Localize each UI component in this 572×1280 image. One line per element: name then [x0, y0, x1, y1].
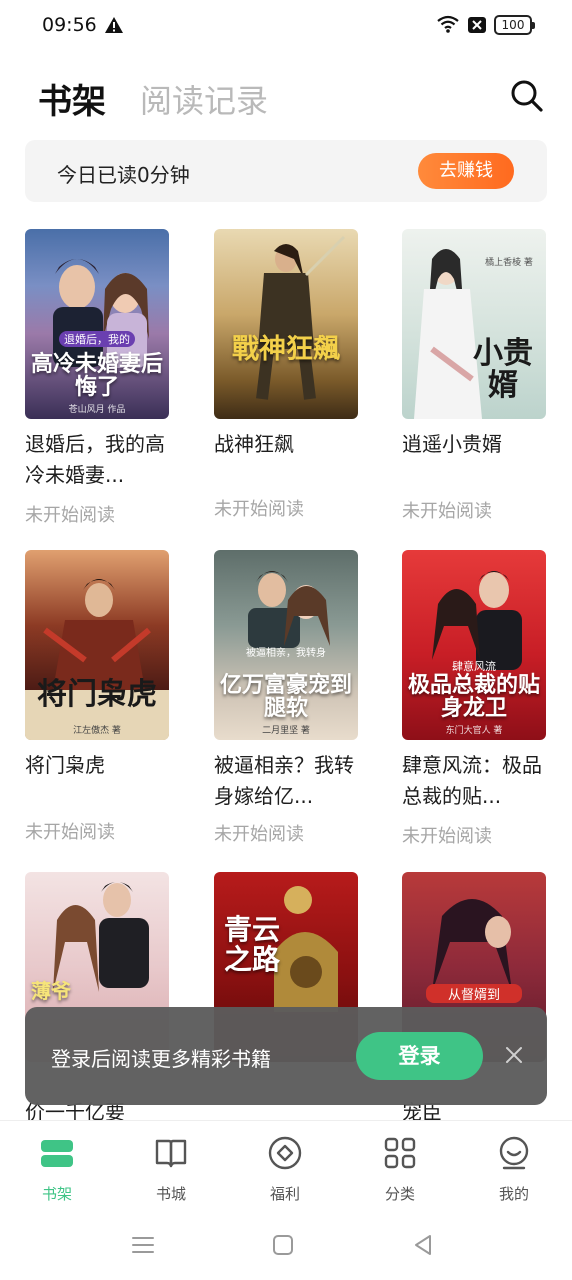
book-read-status: 未开始阅读: [214, 499, 304, 520]
cover-title: 高冷未婚妻后悔了: [31, 350, 164, 400]
home-icon[interactable]: [270, 1232, 296, 1258]
nav-item-bookshelf[interactable]: 书架: [12, 1121, 102, 1213]
gift-circle-icon: [268, 1136, 302, 1170]
book-title: 退婚后，我的高冷未婚妻...: [25, 432, 165, 487]
cover-subtitle: 从督婿到: [426, 984, 522, 1003]
system-navigation-bar: [0, 1212, 572, 1280]
close-icon[interactable]: [503, 1044, 525, 1066]
book-title: 逍遥小贵婿: [402, 432, 502, 456]
earn-money-button[interactable]: 去赚钱: [418, 153, 514, 189]
bookshelf-icon: [41, 1140, 73, 1167]
login-button[interactable]: 登录: [356, 1032, 483, 1080]
status-time: 09:56: [42, 14, 97, 36]
book-title: 将门枭虎: [25, 753, 105, 777]
cover-author: 苍山风月 作品: [68, 405, 126, 415]
wifi-icon: [437, 15, 459, 33]
book-cover[interactable]: 被逼相亲，我转身 亿万富豪宠到腿软 二月里坚 著: [214, 550, 358, 740]
menu-icon[interactable]: [130, 1232, 156, 1258]
cover-author: 东门大官人 著: [445, 726, 503, 736]
cover-subtitle: 被逼相亲，我转身: [246, 648, 326, 659]
cover-author: 江左傲杰 著: [73, 726, 121, 736]
book-read-status: 未开始阅读: [214, 824, 304, 845]
bottom-navigation: 书架 书城 福利 分类 我的: [0, 1120, 572, 1212]
cover-author: 二月里坚 著: [262, 726, 310, 736]
search-icon[interactable]: [508, 77, 546, 115]
book-cover[interactable]: 肆意风流 极品总裁的贴身龙卫 东门大官人 著: [402, 550, 546, 740]
grid-icon: [384, 1137, 416, 1169]
book-cover[interactable]: 将门枭虎 江左傲杰 著: [25, 550, 169, 740]
nav-item-bookstore[interactable]: 书城: [126, 1121, 216, 1213]
back-icon[interactable]: [410, 1232, 436, 1258]
cover-title: 极品总裁的贴身龙卫: [408, 671, 541, 721]
cover-title: 戰神狂飆: [232, 333, 340, 365]
cover-title: 薄爷: [31, 979, 71, 1003]
book-read-status: 未开始阅读: [25, 505, 115, 526]
book-title: 肆意风流：极品总裁的贴...: [402, 753, 542, 808]
nav-item-welfare[interactable]: 福利: [240, 1121, 330, 1213]
cover-art: [256, 235, 346, 400]
cover-title: 将门枭虎: [37, 676, 157, 712]
warning-icon: [105, 17, 123, 33]
login-prompt-text: 登录后阅读更多精彩书籍: [51, 1047, 271, 1071]
tab-bookshelf[interactable]: 书架: [38, 74, 106, 123]
reading-time-text: 今日已读0分钟: [57, 163, 190, 187]
nav-item-profile[interactable]: 我的: [469, 1121, 559, 1213]
reading-time-banner: 今日已读0分钟 去赚钱: [25, 140, 547, 202]
book-cover[interactable]: 退婚后，我的 高冷未婚妻后悔了 苍山风月 作品: [25, 229, 169, 419]
book-read-status: 未开始阅读: [402, 501, 492, 522]
battery-indicator: 100: [494, 15, 535, 35]
book-read-status: 未开始阅读: [25, 822, 115, 843]
book-cover[interactable]: 戰神狂飆: [214, 229, 358, 419]
nav-label: 书城: [155, 1185, 186, 1203]
cover-art: [25, 579, 169, 740]
nav-item-category[interactable]: 分类: [355, 1121, 445, 1213]
cover-subtitle: 退婚后，我的: [59, 331, 135, 347]
nav-label: 书架: [41, 1185, 72, 1203]
no-sim-icon: [468, 17, 486, 33]
cover-title: 小贵婿: [473, 336, 533, 403]
cover-title: 亿万富豪宠到腿软: [220, 671, 353, 721]
book-read-status: 未开始阅读: [402, 826, 492, 847]
cover-author: 橘上香棱 著: [485, 258, 533, 268]
nav-label: 福利: [269, 1185, 300, 1203]
book-cover[interactable]: 小贵婿 橘上香棱 著: [402, 229, 546, 419]
profile-icon: [499, 1136, 529, 1170]
tab-reading-history[interactable]: 阅读记录: [140, 76, 268, 122]
nav-label: 我的: [498, 1185, 529, 1203]
status-bar: 09:56 100: [0, 0, 572, 52]
book-title: 战神狂飙: [214, 432, 294, 456]
book-open-icon: [155, 1139, 187, 1168]
login-prompt-toast: 登录后阅读更多精彩书籍 登录: [25, 1007, 547, 1105]
book-title: 被逼相亲？我转身嫁给亿...: [214, 753, 354, 808]
nav-label: 分类: [384, 1185, 415, 1203]
cover-title: 青云之路: [224, 913, 281, 976]
